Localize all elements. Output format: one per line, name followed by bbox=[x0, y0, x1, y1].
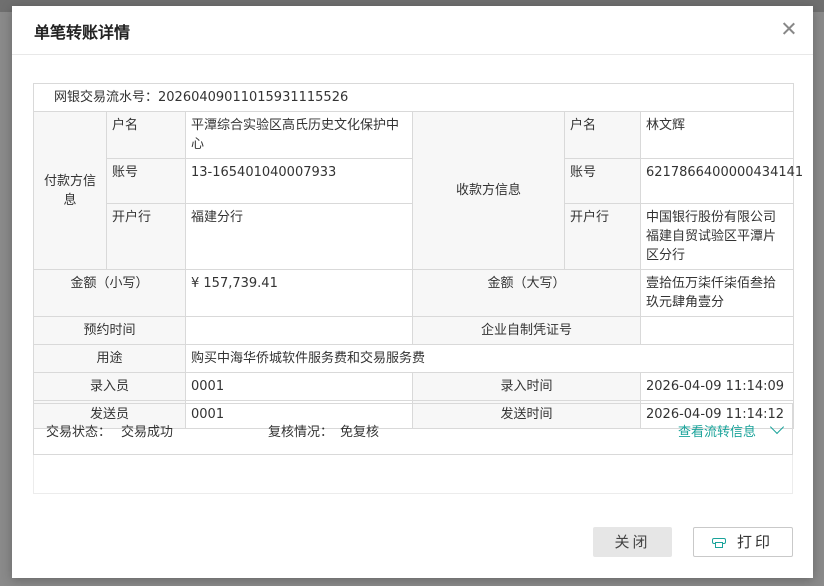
amount-big: 壹拾伍万柒仟柒佰叁拾玖元肆角壹分 bbox=[640, 269, 794, 317]
purpose-label: 用途 bbox=[33, 344, 186, 373]
status-label: 交易状态： bbox=[46, 425, 112, 440]
print-button[interactable]: 打印 bbox=[693, 527, 793, 557]
chevron-down-icon[interactable] bbox=[769, 419, 785, 435]
payee-account-label: 账号 bbox=[564, 158, 641, 204]
review-value: 免复核 bbox=[340, 425, 380, 440]
payee-name-label: 户名 bbox=[564, 111, 641, 159]
dialog-title: 单笔转账详情 bbox=[34, 23, 131, 42]
close-button-label: 关闭 bbox=[614, 533, 651, 551]
amount-small: ¥ 157,739.41 bbox=[185, 269, 413, 317]
print-button-label: 打印 bbox=[737, 533, 774, 551]
payer-account: 13-165401040007933 bbox=[185, 158, 413, 204]
amount-big-label: 金额（大写） bbox=[412, 269, 641, 317]
payer-name-label: 户名 bbox=[106, 111, 186, 159]
payer-account-label: 账号 bbox=[106, 158, 186, 204]
payee-bank-label: 开户行 bbox=[564, 203, 641, 270]
voucher-label: 企业自制凭证号 bbox=[412, 316, 641, 345]
scheduled-time bbox=[185, 316, 413, 345]
review-label: 复核情况： bbox=[268, 425, 334, 440]
entry-time-label: 录入时间 bbox=[412, 372, 641, 401]
dialog-header: 单笔转账详情 bbox=[12, 6, 813, 55]
close-button[interactable]: 关闭 bbox=[593, 527, 672, 557]
entry-clerk: 0001 bbox=[185, 372, 413, 401]
scheduled-time-label: 预约时间 bbox=[33, 316, 186, 345]
payee-name: 林文辉 bbox=[640, 111, 794, 159]
amount-row: 金额（小写） ¥ 157,739.41 金额（大写） 壹拾伍万柒仟柒佰叁拾玖元肆… bbox=[33, 269, 794, 317]
serial-row: 网银交易流水号：20260409011015931115526 bbox=[33, 83, 794, 112]
transfer-detail-dialog: 单笔转账详情 网银交易流水号：20260409011015931115526 付… bbox=[12, 6, 813, 578]
serial-label: 网银交易流水号： bbox=[54, 90, 159, 105]
payer-bank-label: 开户行 bbox=[106, 203, 186, 270]
flow-info-area bbox=[33, 455, 793, 494]
payee-group-label: 收款方信息 bbox=[412, 111, 565, 270]
entry-clerk-label: 录入员 bbox=[33, 372, 186, 401]
payer-group-label: 付款方信息 bbox=[33, 111, 107, 270]
amount-small-label: 金额（小写） bbox=[33, 269, 186, 317]
entry-row: 录入员 0001 录入时间 2026-04-09 11:14:09 bbox=[33, 372, 794, 401]
close-icon[interactable] bbox=[779, 19, 799, 39]
view-flow-link[interactable]: 查看流转信息 bbox=[678, 421, 756, 440]
schedule-row: 预约时间 企业自制凭证号 bbox=[33, 316, 794, 345]
serial-cell: 网银交易流水号：20260409011015931115526 bbox=[33, 83, 794, 112]
detail-table: 网银交易流水号：20260409011015931115526 付款方信息 户名… bbox=[33, 83, 803, 429]
printer-icon bbox=[712, 536, 726, 548]
voucher bbox=[640, 316, 794, 345]
purpose: 购买中海华侨城软件服务费和交易服务费 bbox=[185, 344, 794, 373]
payee-bank: 中国银行股份有限公司福建自贸试验区平潭片区分行 bbox=[640, 203, 794, 270]
payer-bank: 福建分行 bbox=[185, 203, 413, 270]
payer-name: 平潭综合实验区高氏历史文化保护中心 bbox=[185, 111, 413, 159]
status-value: 交易成功 bbox=[121, 425, 174, 440]
entry-time: 2026-04-09 11:14:09 bbox=[640, 372, 794, 401]
purpose-row: 用途 购买中海华侨城软件服务费和交易服务费 bbox=[33, 344, 794, 373]
status-panel: 交易状态： 交易成功 复核情况： 免复核 查看流转信息 bbox=[33, 403, 793, 455]
payee-account: 6217866400000434141 bbox=[640, 158, 803, 204]
serial-number: 20260409011015931115526 bbox=[158, 90, 349, 105]
name-row: 付款方信息 户名 平潭综合实验区高氏历史文化保护中心 收款方信息 户名 林文辉 bbox=[33, 111, 794, 270]
